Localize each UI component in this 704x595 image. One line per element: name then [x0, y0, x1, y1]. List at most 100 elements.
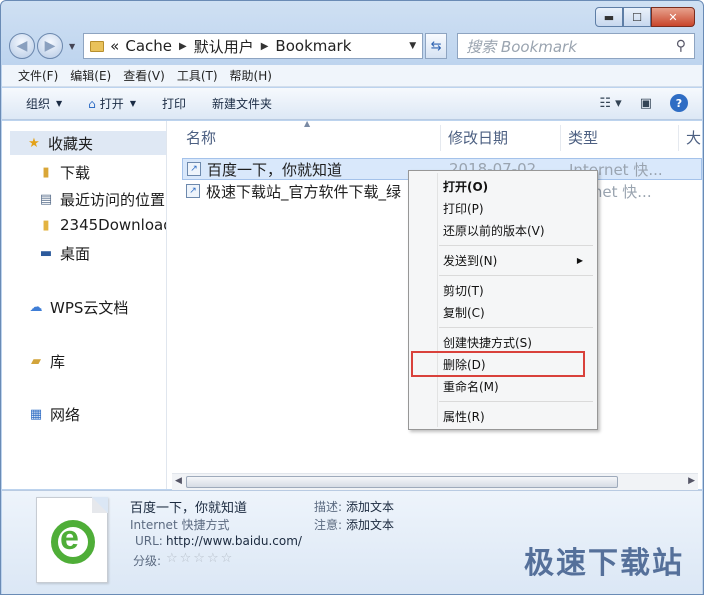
print-button[interactable]: 打印	[162, 95, 186, 112]
maximize-button[interactable]: ☐	[623, 7, 651, 27]
menu-item-restore-previous-versions[interactable]: 还原以前的版本(V)	[443, 221, 593, 239]
file-name: 百度一下，你就知道	[207, 160, 343, 179]
recent-pages-dropdown-icon[interactable]: ▼	[69, 42, 75, 51]
network-icon: ▦	[29, 407, 43, 422]
menu-item-open[interactable]: 打开(O)	[443, 177, 593, 195]
address-bar[interactable]: « Cache ▶ 默认用户 ▶ Bookmark ▼	[83, 33, 424, 59]
column-divider[interactable]	[678, 125, 679, 151]
details-url-label: URL:	[135, 534, 163, 548]
details-note-label: 注意:	[314, 518, 343, 532]
menu-bar: 文件(F) 编辑(E) 查看(V) 工具(T) 帮助(H)	[2, 65, 702, 87]
shortcut-icon: ↗	[186, 184, 200, 198]
column-header-date[interactable]: 修改日期	[448, 127, 508, 148]
sort-ascending-icon: ▲	[304, 121, 311, 128]
rating-stars[interactable]: ☆☆☆☆☆	[166, 551, 234, 566]
scrollbar-thumb[interactable]	[186, 476, 618, 488]
desktop-icon: ▬	[39, 246, 53, 261]
command-bar: 组织 ▼ ⌂ 打开 ▼ 打印 新建文件夹 ☷ ▾ ▣ ?	[2, 88, 702, 120]
download-folder-icon: ▮	[42, 165, 50, 180]
details-note-value[interactable]: 添加文本	[346, 516, 394, 533]
menu-gutter	[437, 173, 438, 427]
horizontal-scrollbar[interactable]: ◀ ▶	[172, 473, 698, 490]
minimize-button[interactable]: ▬	[595, 7, 623, 27]
column-header-type[interactable]: 类型	[568, 127, 598, 148]
caption-buttons: ▬ ☐ ✕	[595, 7, 695, 27]
sidebar-item-recent-places[interactable]: ▤ 最近访问的位置	[38, 189, 165, 210]
breadcrumb-default-user[interactable]: 默认用户	[194, 36, 254, 57]
menu-help[interactable]: 帮助(H)	[230, 67, 272, 84]
file-name: 极速下载站_官方软件下载_绿	[206, 182, 402, 201]
breadcrumb-cache[interactable]: Cache	[125, 37, 172, 55]
close-button[interactable]: ✕	[651, 7, 695, 27]
menu-item-cut[interactable]: 剪切(T)	[443, 281, 593, 299]
back-button[interactable]: ◀	[9, 33, 35, 59]
column-divider[interactable]	[560, 125, 561, 151]
library-icon: ▰	[31, 354, 41, 369]
menu-item-print[interactable]: 打印(P)	[443, 199, 593, 217]
sidebar-item-label: WPS云文档	[50, 299, 129, 317]
details-pane: 百度一下，你就知道 Internet 快捷方式 URL: http://www.…	[2, 490, 702, 594]
navigation-row: ◀ ▶ ▼ « Cache ▶ 默认用户 ▶ Bookmark ▼ ⇆ 搜索 B…	[9, 31, 695, 61]
menu-tools[interactable]: 工具(T)	[177, 67, 218, 84]
menu-file[interactable]: 文件(F)	[18, 67, 58, 84]
details-url-value[interactable]: http://www.baidu.com/	[166, 534, 302, 548]
organize-button[interactable]: 组织 ▼	[26, 95, 62, 112]
address-dropdown-icon[interactable]: ▼	[409, 41, 416, 51]
details-description-value[interactable]: 添加文本	[346, 498, 394, 515]
chevron-down-icon: ▼	[56, 99, 63, 108]
forward-button[interactable]: ▶	[37, 33, 63, 59]
scroll-left-icon[interactable]: ◀	[175, 476, 182, 486]
sidebar-item-label: 库	[50, 353, 66, 371]
folder-icon: ▮	[42, 217, 50, 233]
sidebar-item-desktop[interactable]: ▬ 桌面	[38, 243, 90, 264]
menu-item-properties[interactable]: 属性(R)	[443, 407, 593, 425]
menu-view[interactable]: 查看(V)	[123, 67, 165, 84]
refresh-button[interactable]: ⇆	[425, 33, 448, 59]
refresh-icon: ⇆	[430, 38, 442, 54]
help-icon[interactable]: ?	[670, 94, 688, 112]
sidebar-item-downloads[interactable]: ▮ 下载	[38, 162, 90, 183]
open-icon: ⌂	[88, 96, 96, 111]
search-placeholder: 搜索 Bookmark	[466, 37, 577, 56]
organize-label: 组织	[26, 97, 51, 111]
view-options-icon[interactable]: ☷ ▾	[599, 96, 621, 111]
delete-highlight-box	[411, 351, 585, 377]
page-fold	[92, 497, 108, 513]
column-header-size[interactable]: 大	[686, 127, 701, 148]
details-file-name: 百度一下，你就知道	[130, 501, 248, 516]
menu-item-copy[interactable]: 复制(C)	[443, 303, 593, 321]
sidebar-item-libraries[interactable]: ▰ 库	[28, 351, 65, 372]
chevron-down-icon: ▼	[129, 99, 136, 108]
menu-item-create-shortcut[interactable]: 创建快捷方式(S)	[443, 333, 593, 351]
search-icon[interactable]: ⚲	[676, 38, 686, 54]
preview-pane-icon[interactable]: ▣	[640, 96, 652, 111]
search-input[interactable]: 搜索 Bookmark ⚲	[457, 33, 695, 59]
sidebar-item-wps-cloud[interactable]: ☁ WPS云文档	[28, 297, 129, 318]
open-label: 打开	[99, 97, 124, 111]
sidebar-item-2345downloads[interactable]: ▮ 2345Downloads	[38, 216, 166, 234]
column-divider[interactable]	[440, 125, 441, 151]
column-header-name[interactable]: 名称	[186, 127, 216, 148]
scroll-right-icon[interactable]: ▶	[688, 476, 695, 486]
breadcrumb-separator-icon[interactable]: ▶	[261, 41, 269, 52]
cloud-icon: ☁	[29, 300, 43, 315]
new-folder-button[interactable]: 新建文件夹	[212, 95, 272, 112]
sidebar-item-network[interactable]: ▦ 网络	[28, 404, 80, 425]
forward-arrow-icon: ▶	[44, 38, 56, 54]
internet-explorer-icon	[51, 519, 95, 564]
breadcrumb-separator-icon[interactable]: ▶	[179, 41, 187, 52]
menu-item-rename[interactable]: 重命名(M)	[443, 377, 593, 395]
menu-separator	[439, 275, 593, 276]
address-overflow-chevron[interactable]: «	[110, 37, 119, 55]
print-label: 打印	[161, 97, 186, 111]
sidebar-item-favorites[interactable]: ★ 收藏夹	[10, 131, 166, 155]
menu-item-label: 发送到(N)	[443, 253, 498, 268]
menu-edit[interactable]: 编辑(E)	[70, 67, 111, 84]
open-button[interactable]: ⌂ 打开 ▼	[88, 95, 136, 112]
breadcrumb-bookmark[interactable]: Bookmark	[275, 37, 351, 55]
sidebar-item-label: 收藏夹	[48, 134, 94, 153]
navigation-pane: ★ 收藏夹 ▮ 下载 ▤ 最近访问的位置 ▮ 2345Downloads ▬ 桌…	[2, 121, 167, 489]
sidebar-item-label: 网络	[50, 406, 81, 424]
menu-item-send-to[interactable]: 发送到(N) ▶	[443, 251, 593, 269]
sidebar-item-label: 下载	[60, 164, 91, 182]
